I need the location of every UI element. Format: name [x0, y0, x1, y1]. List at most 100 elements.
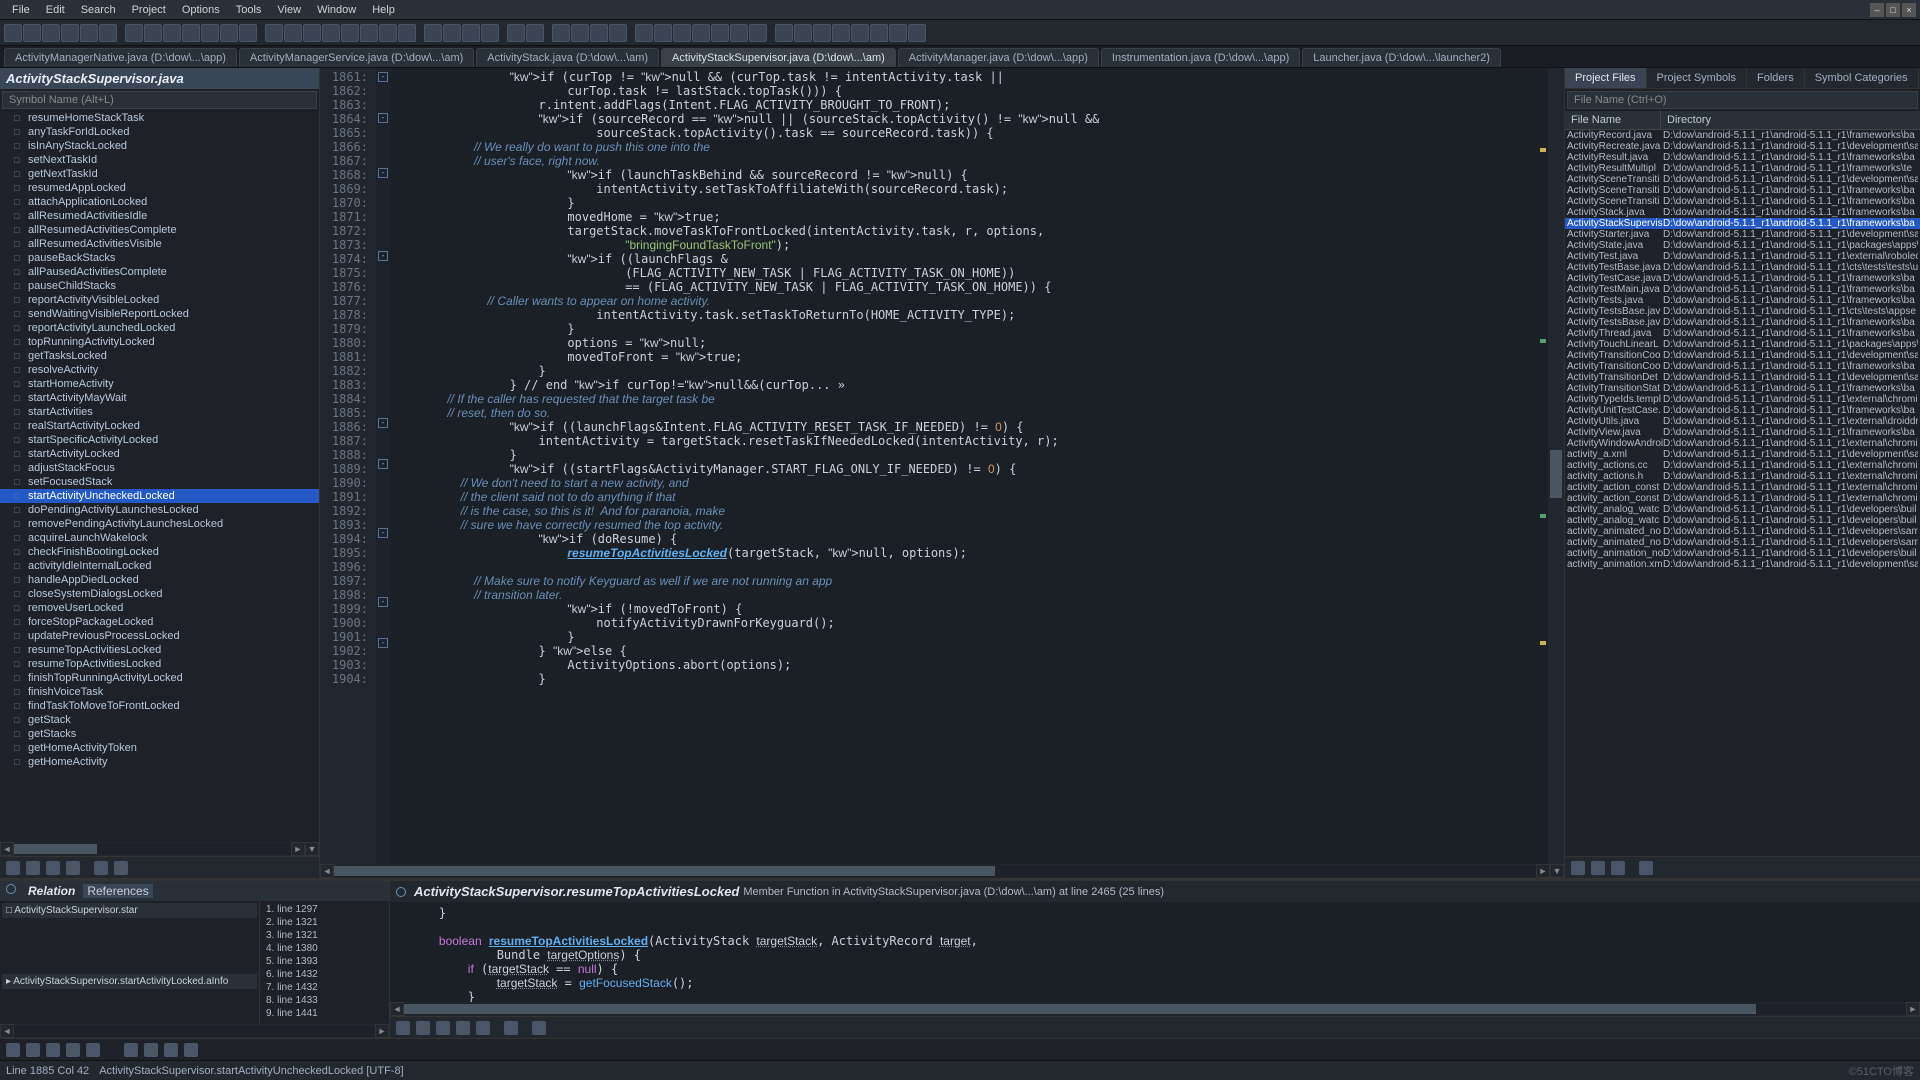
toolbar-btn-36[interactable] — [730, 24, 748, 42]
reference-line[interactable]: 9. line 1441 — [262, 1007, 387, 1020]
symbol-item[interactable]: doPendingActivityLaunchesLocked — [0, 503, 319, 517]
symbol-item[interactable]: resumeTopActivitiesLocked — [0, 657, 319, 671]
symbol-item[interactable]: startActivities — [0, 405, 319, 419]
editor-tab-5[interactable]: Instrumentation.java (D:\dow\...\app) — [1101, 48, 1300, 67]
symbol-item[interactable]: isInAnyStackLocked — [0, 139, 319, 153]
symbol-item[interactable]: resumedAppLocked — [0, 181, 319, 195]
symbol-item[interactable]: startActivityUncheckedLocked — [0, 489, 319, 503]
symbol-item[interactable]: handleAppDiedLocked — [0, 573, 319, 587]
tab-symbol-categories[interactable]: Symbol Categories — [1805, 68, 1919, 88]
toolbar-btn-45[interactable] — [908, 24, 926, 42]
file-list[interactable]: ActivityRecord.javaD:\dow\android-5.1.1_… — [1565, 130, 1920, 856]
toolbar-btn-8[interactable] — [163, 24, 181, 42]
file-row[interactable]: ActivityThread.javaD:\dow\android-5.1.1_… — [1565, 328, 1920, 339]
toolbar-btn-1[interactable] — [23, 24, 41, 42]
file-row[interactable]: ActivityTestCase.javaD:\dow\android-5.1.… — [1565, 273, 1920, 284]
editor-hscroll[interactable]: ◄►▼ — [320, 864, 1564, 878]
file-row[interactable]: ActivityTypeIds.templD:\dow\android-5.1.… — [1565, 394, 1920, 405]
file-row[interactable]: activity_action_constD:\dow\android-5.1.… — [1565, 482, 1920, 493]
references-tab[interactable]: References — [83, 884, 152, 898]
symbol-item[interactable]: pauseChildStacks — [0, 279, 319, 293]
symbol-item[interactable]: removePendingActivityLaunchesLocked — [0, 517, 319, 531]
toolbar-btn-13[interactable] — [265, 24, 283, 42]
symbol-item[interactable]: resumeHomeStackTask — [0, 111, 319, 125]
symbol-item[interactable]: findTaskToMoveToFrontLocked — [0, 699, 319, 713]
toolbar-btn-26[interactable] — [526, 24, 544, 42]
file-row[interactable]: ActivityTestsBase.javD:\dow\android-5.1.… — [1565, 317, 1920, 328]
toolbar-btn-20[interactable] — [398, 24, 416, 42]
file-row[interactable]: ActivityTests.javaD:\dow\android-5.1.1_r… — [1565, 295, 1920, 306]
symbol-item[interactable]: checkFinishBootingLocked — [0, 545, 319, 559]
symbol-item[interactable]: startHomeActivity — [0, 377, 319, 391]
symbol-item[interactable]: setFocusedStack — [0, 475, 319, 489]
symbol-search-input[interactable]: Symbol Name (Alt+L) — [2, 91, 317, 109]
menu-project[interactable]: Project — [124, 4, 174, 16]
tab-folders[interactable]: Folders — [1747, 68, 1805, 88]
file-row[interactable]: ActivityState.javaD:\dow\android-5.1.1_r… — [1565, 240, 1920, 251]
file-row[interactable]: ActivityRecreate.javaD:\dow\android-5.1.… — [1565, 141, 1920, 152]
tool-ic-5[interactable] — [94, 861, 108, 875]
toolbar-btn-0[interactable] — [4, 24, 22, 42]
editor-tab-1[interactable]: ActivityManagerService.java (D:\dow\...\… — [239, 48, 474, 67]
function-code[interactable]: } boolean resumeTopActivitiesLocked(Acti… — [390, 902, 1920, 1002]
symbol-item[interactable]: reportActivityVisibleLocked — [0, 293, 319, 307]
file-row[interactable]: ActivityTest.javaD:\dow\android-5.1.1_r1… — [1565, 251, 1920, 262]
toolbar-btn-23[interactable] — [462, 24, 480, 42]
toolbar-btn-34[interactable] — [692, 24, 710, 42]
toolbar-btn-43[interactable] — [870, 24, 888, 42]
reference-line[interactable]: 6. line 1432 — [262, 968, 387, 981]
file-row[interactable]: ActivityTransitionDetD:\dow\android-5.1.… — [1565, 372, 1920, 383]
add-icon[interactable] — [1591, 861, 1605, 875]
toolbar-btn-6[interactable] — [125, 24, 143, 42]
file-row[interactable]: ActivityRecord.javaD:\dow\android-5.1.1_… — [1565, 130, 1920, 141]
bt-7[interactable] — [144, 1043, 158, 1057]
toolbar-btn-40[interactable] — [813, 24, 831, 42]
toolbar-btn-14[interactable] — [284, 24, 302, 42]
menu-edit[interactable]: Edit — [38, 4, 73, 16]
back-icon[interactable] — [396, 1021, 410, 1035]
file-row[interactable]: activity_analog_watcD:\dow\android-5.1.1… — [1565, 504, 1920, 515]
col-filename[interactable]: File Name — [1565, 111, 1661, 129]
toolbar-btn-33[interactable] — [673, 24, 691, 42]
toolbar-btn-27[interactable] — [552, 24, 570, 42]
relation-tab[interactable]: Relation — [28, 884, 75, 898]
symbol-item[interactable]: allResumedActivitiesComplete — [0, 223, 319, 237]
tool-ic-4[interactable] — [66, 861, 80, 875]
symbol-item[interactable]: topRunningActivityLocked — [0, 335, 319, 349]
file-row[interactable]: activity_action_constD:\dow\android-5.1.… — [1565, 493, 1920, 504]
reference-line[interactable]: 5. line 1393 — [262, 955, 387, 968]
file-row[interactable]: ActivitySceneTransitiD:\dow\android-5.1.… — [1565, 196, 1920, 207]
toolbar-btn-22[interactable] — [443, 24, 461, 42]
file-row[interactable]: ActivityTestsBase.javD:\dow\android-5.1.… — [1565, 306, 1920, 317]
toolbar-btn-41[interactable] — [832, 24, 850, 42]
file-row[interactable]: activity_actions.hD:\dow\android-5.1.1_r… — [1565, 471, 1920, 482]
reference-lines[interactable]: 1. line 12972. line 13213. line 13214. l… — [259, 901, 389, 1024]
file-row[interactable]: ActivityStarter.javaD:\dow\android-5.1.1… — [1565, 229, 1920, 240]
menu-file[interactable]: File — [4, 4, 38, 16]
toolbar-btn-35[interactable] — [711, 24, 729, 42]
symbol-item[interactable]: updatePreviousProcessLocked — [0, 629, 319, 643]
function-hscroll[interactable]: ◄► — [390, 1002, 1920, 1016]
toolbar-btn-11[interactable] — [220, 24, 238, 42]
tool-ic-3[interactable] — [46, 861, 60, 875]
symbol-item[interactable]: allResumedActivitiesVisible — [0, 237, 319, 251]
file-row[interactable]: activity_animation.xmD:\dow\android-5.1.… — [1565, 559, 1920, 570]
refresh-icon[interactable] — [1571, 861, 1585, 875]
symbol-item[interactable]: finishVoiceTask — [0, 685, 319, 699]
toolbar-btn-5[interactable] — [99, 24, 117, 42]
toolbar-btn-42[interactable] — [851, 24, 869, 42]
bt-4[interactable] — [66, 1043, 80, 1057]
toolbar-btn-30[interactable] — [609, 24, 627, 42]
file-row[interactable]: activity_animated_noD:\dow\android-5.1.1… — [1565, 526, 1920, 537]
bt-3[interactable] — [46, 1043, 60, 1057]
editor-tab-0[interactable]: ActivityManagerNative.java (D:\dow\...\a… — [4, 48, 237, 67]
file-row[interactable]: ActivityTestMain.javaD:\dow\android-5.1.… — [1565, 284, 1920, 295]
symbol-item[interactable]: realStartActivityLocked — [0, 419, 319, 433]
tab-project-symbols[interactable]: Project Symbols — [1647, 68, 1747, 88]
symbol-item[interactable]: startSpecificActivityLocked — [0, 433, 319, 447]
toolbar-btn-21[interactable] — [424, 24, 442, 42]
toolbar-btn-17[interactable] — [341, 24, 359, 42]
toolbar-btn-4[interactable] — [80, 24, 98, 42]
bt-9[interactable] — [184, 1043, 198, 1057]
symbol-item[interactable]: getStacks — [0, 727, 319, 741]
